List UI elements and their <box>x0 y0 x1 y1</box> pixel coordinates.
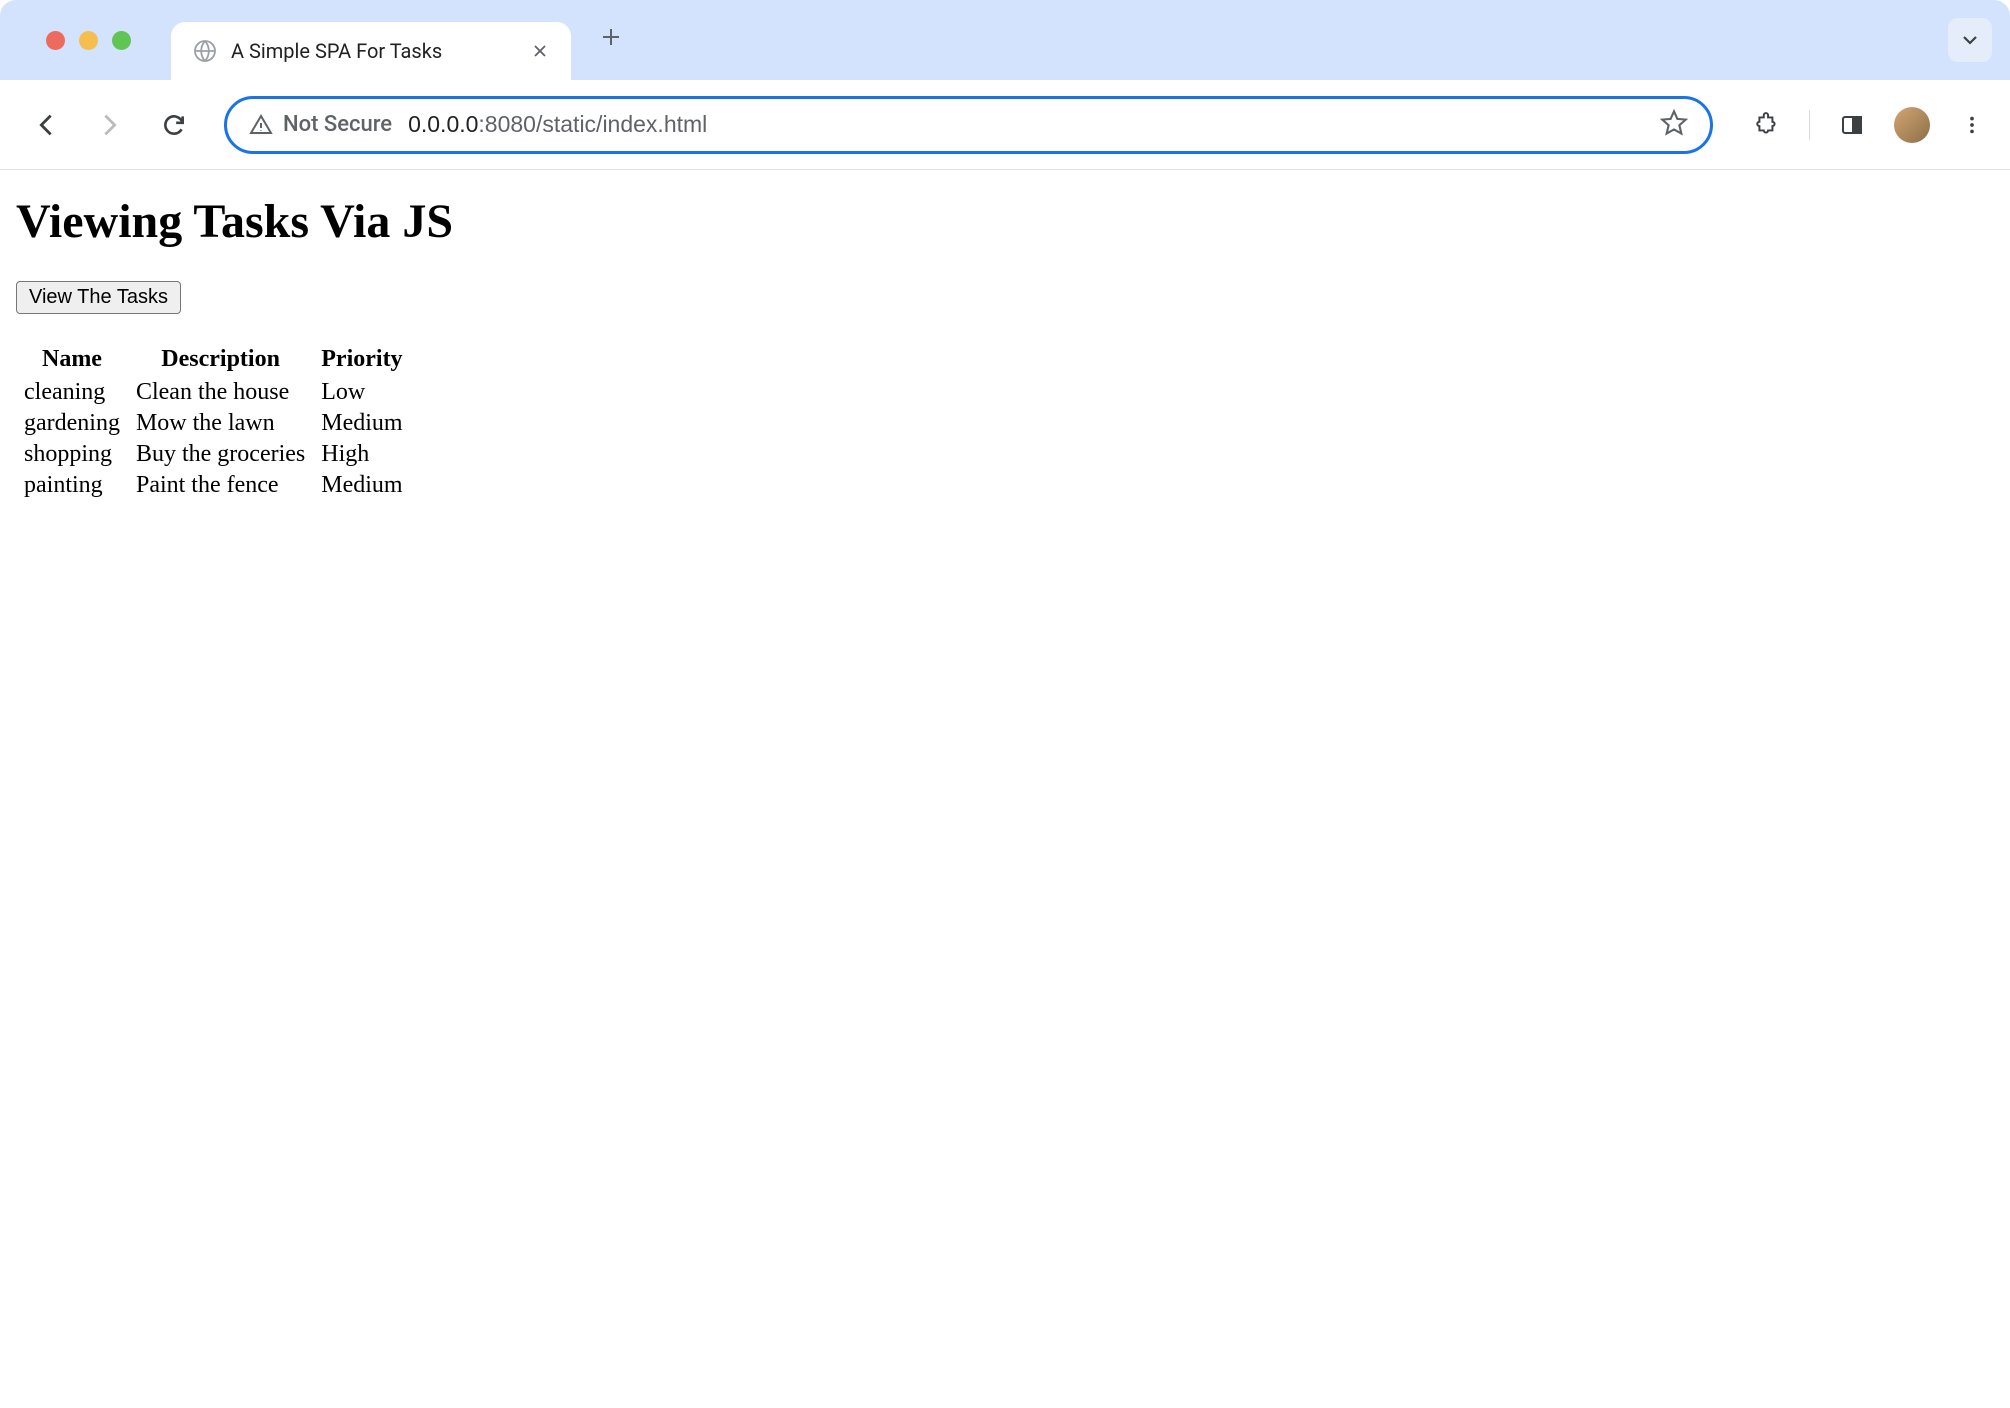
bookmark-star-icon[interactable] <box>1660 109 1688 141</box>
minimize-window-button[interactable] <box>79 31 98 50</box>
cell-priority: Medium <box>313 470 410 501</box>
cell-description: Buy the groceries <box>128 439 313 470</box>
maximize-window-button[interactable] <box>112 31 131 50</box>
tab-strip: A Simple SPA For Tasks <box>0 0 2010 80</box>
cell-description: Clean the house <box>128 377 313 408</box>
url-path: :8080/static/index.html <box>478 111 707 137</box>
cell-name: painting <box>16 470 128 501</box>
window-controls <box>18 0 151 80</box>
address-bar[interactable]: Not Secure 0.0.0.0:8080/static/index.htm… <box>224 96 1713 154</box>
cell-name: gardening <box>16 408 128 439</box>
browser-tab[interactable]: A Simple SPA For Tasks <box>171 22 571 80</box>
cell-description: Paint the fence <box>128 470 313 501</box>
page-content: Viewing Tasks Via JS View The Tasks Name… <box>0 170 2010 525</box>
extensions-icon[interactable] <box>1749 107 1785 143</box>
cell-priority: High <box>313 439 410 470</box>
table-row: gardeningMow the lawnMedium <box>16 408 411 439</box>
col-header-name: Name <box>16 342 128 377</box>
browser-toolbar: Not Secure 0.0.0.0:8080/static/index.htm… <box>0 80 2010 170</box>
url-domain: 0.0.0.0 <box>408 111 478 137</box>
url-text: 0.0.0.0:8080/static/index.html <box>408 111 1644 138</box>
security-badge[interactable]: Not Secure <box>249 112 392 137</box>
page-heading: Viewing Tasks Via JS <box>16 194 1994 249</box>
tabs-dropdown-button[interactable] <box>1948 18 1992 62</box>
cell-name: cleaning <box>16 377 128 408</box>
tab-title: A Simple SPA For Tasks <box>231 39 515 63</box>
col-header-priority: Priority <box>313 342 410 377</box>
security-label: Not Secure <box>283 112 392 137</box>
table-row: cleaningClean the houseLow <box>16 377 411 408</box>
tasks-table: Name Description Priority cleaningClean … <box>16 342 411 501</box>
toolbar-right <box>1737 107 1990 143</box>
toolbar-divider <box>1809 110 1810 140</box>
cell-priority: Low <box>313 377 410 408</box>
table-row: shoppingBuy the groceriesHigh <box>16 439 411 470</box>
table-row: paintingPaint the fenceMedium <box>16 470 411 501</box>
view-tasks-button[interactable]: View The Tasks <box>16 281 181 314</box>
cell-name: shopping <box>16 439 128 470</box>
table-header-row: Name Description Priority <box>16 342 411 377</box>
cell-priority: Medium <box>313 408 410 439</box>
cell-description: Mow the lawn <box>128 408 313 439</box>
forward-button[interactable] <box>84 99 136 151</box>
side-panel-icon[interactable] <box>1834 107 1870 143</box>
browser-chrome: A Simple SPA For Tasks <box>0 0 2010 170</box>
close-window-button[interactable] <box>46 31 65 50</box>
menu-icon[interactable] <box>1954 107 1990 143</box>
close-tab-icon[interactable] <box>529 40 551 62</box>
col-header-description: Description <box>128 342 313 377</box>
reload-button[interactable] <box>148 99 200 151</box>
new-tab-button[interactable] <box>589 15 633 59</box>
profile-avatar[interactable] <box>1894 107 1930 143</box>
back-button[interactable] <box>20 99 72 151</box>
warning-icon <box>249 113 273 137</box>
globe-icon <box>193 39 217 63</box>
